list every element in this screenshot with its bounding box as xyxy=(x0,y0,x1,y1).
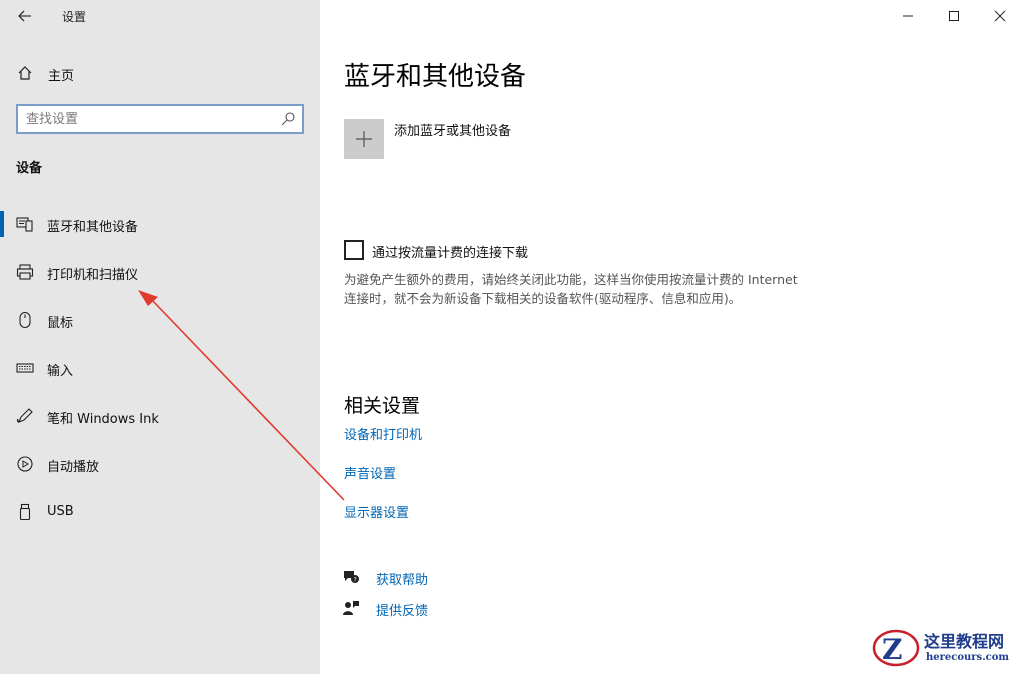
watermark-logo: Z xyxy=(872,629,920,667)
get-help-link[interactable]: ? 获取帮助 xyxy=(342,566,542,588)
sidebar-item-label: 主页 xyxy=(48,69,75,84)
watermark-text: 这里教程网 xyxy=(924,632,1005,651)
watermark-url: herecours.com xyxy=(926,652,1010,663)
sidebar-item-mouse[interactable]: 鼠标 xyxy=(0,302,320,338)
link-display-settings[interactable]: 显示器设置 xyxy=(344,502,409,521)
back-arrow-icon xyxy=(18,10,31,22)
metered-download-checkbox[interactable] xyxy=(344,240,364,260)
section-title: 设备 xyxy=(16,161,43,176)
sidebar-item-pen[interactable]: 笔和 Windows Ink xyxy=(0,398,320,434)
printer-icon xyxy=(16,263,34,281)
link-sound-settings[interactable]: 声音设置 xyxy=(344,463,396,482)
help-chat-icon: ? xyxy=(342,568,360,586)
sidebar-item-usb[interactable]: USB xyxy=(0,494,320,530)
mouse-icon xyxy=(16,311,34,329)
search-icon[interactable] xyxy=(280,111,296,127)
sidebar-item-label: 输入 xyxy=(47,364,74,379)
sidebar-item-label: 自动播放 xyxy=(47,460,100,475)
sidebar-item-home[interactable]: 主页 xyxy=(0,58,320,88)
back-button[interactable] xyxy=(14,5,36,27)
add-device-label[interactable]: 添加蓝牙或其他设备 xyxy=(394,120,511,139)
get-help-label: 获取帮助 xyxy=(376,573,429,588)
metered-download-description: 为避免产生额外的费用，请始终关闭此功能，这样当你使用按流量计费的 Interne… xyxy=(344,272,798,306)
watermark: Z 这里教程网 herecours.com xyxy=(870,626,1018,670)
svg-text:Z: Z xyxy=(882,633,902,666)
main-content: 蓝牙和其他设备 添加蓝牙或其他设备 通过按流量计费的连接下载 为避免产生额外的费… xyxy=(320,0,1022,674)
sidebar-item-label: 蓝牙和其他设备 xyxy=(47,220,139,235)
link-devices-printers[interactable]: 设备和打印机 xyxy=(344,424,422,443)
sidebar-item-typing[interactable]: 输入 xyxy=(0,350,320,386)
keyboard-icon xyxy=(16,359,34,377)
search-box[interactable] xyxy=(16,104,304,134)
sidebar-item-label: 打印机和扫描仪 xyxy=(47,268,139,283)
svg-text:?: ? xyxy=(354,577,357,584)
feedback-person-icon xyxy=(342,599,360,617)
sidebar-item-bluetooth[interactable]: 蓝牙和其他设备 xyxy=(0,206,320,242)
home-icon xyxy=(16,64,34,82)
sidebar-item-label: 笔和 Windows Ink xyxy=(47,412,159,427)
page-title: 蓝牙和其他设备 xyxy=(344,62,527,92)
add-device-button[interactable] xyxy=(344,119,384,159)
feedback-link[interactable]: 提供反馈 xyxy=(342,597,542,619)
bluetooth-devices-icon xyxy=(16,215,34,233)
sidebar: 设置 主页 设备 蓝牙和其他设备 打印机和扫描仪 鼠标 xyxy=(0,0,320,674)
active-indicator xyxy=(0,211,4,237)
sidebar-item-printers[interactable]: 打印机和扫描仪 xyxy=(0,254,320,290)
sidebar-item-label: 鼠标 xyxy=(47,316,74,331)
search-input[interactable] xyxy=(26,110,276,128)
metered-download-label[interactable]: 通过按流量计费的连接下载 xyxy=(372,242,528,261)
usb-icon xyxy=(16,503,34,521)
pen-icon xyxy=(16,407,34,425)
feedback-label: 提供反馈 xyxy=(376,604,429,619)
app-title: 设置 xyxy=(62,10,87,24)
sidebar-item-label: USB xyxy=(47,504,74,519)
autoplay-icon xyxy=(16,455,34,473)
plus-icon xyxy=(356,131,372,147)
sidebar-item-autoplay[interactable]: 自动播放 xyxy=(0,446,320,482)
related-settings-title: 相关设置 xyxy=(344,395,421,417)
